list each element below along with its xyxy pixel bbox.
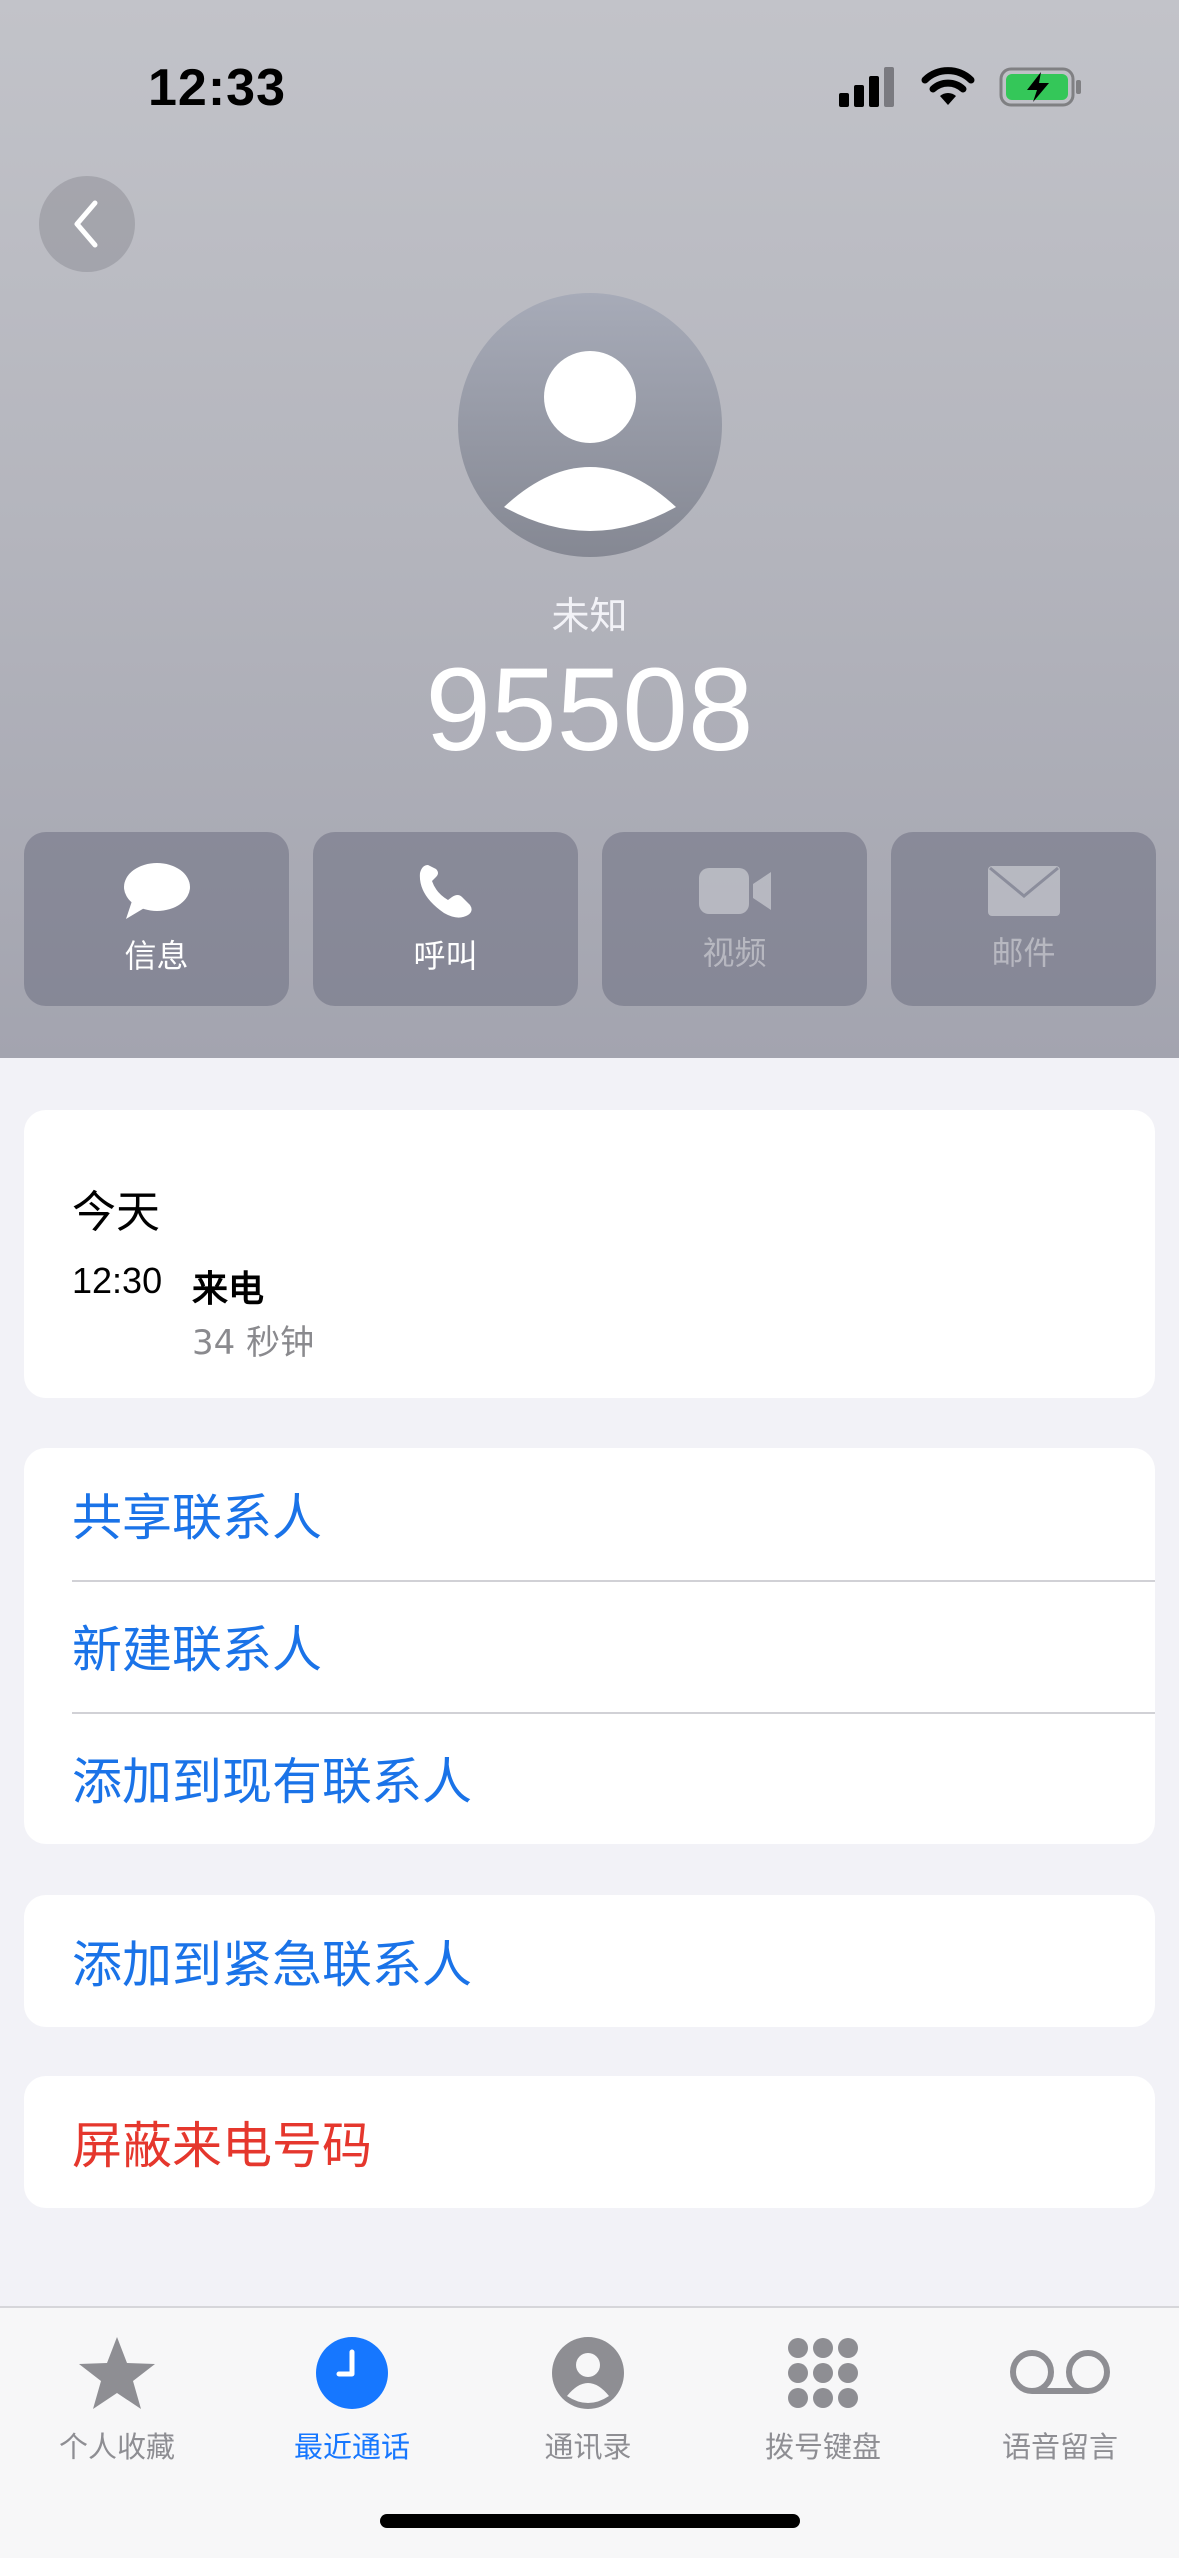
call-history-date: 今天 bbox=[72, 1187, 160, 1238]
message-icon bbox=[123, 863, 190, 919]
call-duration: 34 秒钟 bbox=[192, 1323, 315, 1363]
contact-options-card: 共享联系人 新建联系人 添加到现有联系人 bbox=[24, 1448, 1155, 1844]
keypad-icon bbox=[788, 2338, 858, 2408]
home-indicator[interactable] bbox=[380, 2514, 800, 2528]
video-icon bbox=[698, 868, 771, 914]
call-button[interactable]: 呼叫 bbox=[313, 832, 578, 1006]
clock-icon bbox=[316, 2337, 388, 2409]
person-silhouette-icon bbox=[504, 351, 676, 531]
tab-recents[interactable]: 最近通话 bbox=[252, 2328, 452, 2466]
signal-icon bbox=[839, 67, 894, 107]
contact-header: 12:33 未知 95508 信息 呼叫 视频 邮件 bbox=[0, 0, 1179, 1058]
tab-voicemail[interactable]: 语音留言 bbox=[960, 2328, 1160, 2466]
message-button[interactable]: 信息 bbox=[24, 832, 289, 1006]
add-to-existing-contact-button[interactable]: 添加到现有联系人 bbox=[24, 1712, 1155, 1844]
call-time: 12:30 bbox=[72, 1260, 163, 1301]
video-button-label: 视频 bbox=[702, 934, 767, 972]
tab-keypad[interactable]: 拨号键盘 bbox=[723, 2328, 923, 2466]
wifi-icon bbox=[921, 67, 975, 105]
block-card: 屏蔽来电号码 bbox=[24, 2076, 1155, 2208]
new-contact-button[interactable]: 新建联系人 bbox=[24, 1580, 1155, 1712]
mail-icon bbox=[987, 866, 1060, 916]
tab-recents-label: 最近通话 bbox=[293, 2430, 410, 2464]
tab-favorites[interactable]: 个人收藏 bbox=[17, 2328, 217, 2466]
caller-number: 95508 bbox=[425, 644, 754, 776]
message-button-label: 信息 bbox=[124, 937, 189, 975]
caller-label: 未知 bbox=[551, 594, 628, 638]
video-button[interactable]: 视频 bbox=[602, 832, 867, 1006]
tab-contacts[interactable]: 通讯录 bbox=[488, 2328, 688, 2466]
battery-charging-icon bbox=[999, 67, 1081, 107]
tab-favorites-label: 个人收藏 bbox=[58, 2430, 175, 2464]
call-type: 来电 bbox=[192, 1269, 265, 1310]
voicemail-icon bbox=[1010, 2350, 1110, 2394]
call-button-label: 呼叫 bbox=[413, 937, 478, 975]
mail-button[interactable]: 邮件 bbox=[891, 832, 1156, 1006]
add-to-emergency-contacts-button[interactable]: 添加到紧急联系人 bbox=[24, 1895, 1155, 2027]
status-time: 12:33 bbox=[148, 59, 286, 117]
block-caller-button[interactable]: 屏蔽来电号码 bbox=[24, 2076, 1155, 2208]
share-contact-button[interactable]: 共享联系人 bbox=[24, 1448, 1155, 1580]
tab-contacts-label: 通讯录 bbox=[544, 2430, 632, 2464]
contacts-icon bbox=[552, 2337, 624, 2409]
tab-voicemail-label: 语音留言 bbox=[1001, 2430, 1118, 2464]
tab-keypad-label: 拨号键盘 bbox=[764, 2430, 881, 2464]
mail-button-label: 邮件 bbox=[991, 934, 1056, 972]
star-icon bbox=[79, 2337, 155, 2409]
back-button[interactable] bbox=[39, 176, 135, 272]
call-history-card: 今天 12:30 来电 34 秒钟 bbox=[24, 1110, 1155, 1398]
status-icons bbox=[839, 62, 1083, 112]
avatar bbox=[458, 293, 722, 557]
phone-icon bbox=[419, 865, 472, 918]
emergency-card: 添加到紧急联系人 bbox=[24, 1895, 1155, 2027]
action-buttons: 信息 呼叫 视频 邮件 bbox=[24, 832, 1156, 1006]
chevron-left-icon bbox=[74, 200, 98, 248]
